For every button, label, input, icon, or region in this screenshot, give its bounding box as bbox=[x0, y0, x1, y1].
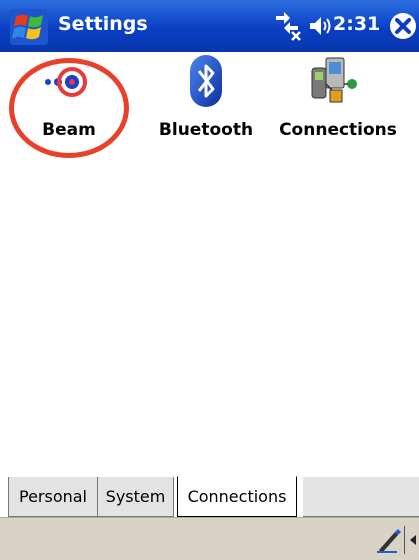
applet-label: Bluetooth bbox=[158, 120, 254, 140]
command-bar bbox=[0, 517, 419, 560]
bluetooth-icon bbox=[177, 54, 235, 110]
tab-system[interactable]: System bbox=[98, 477, 174, 517]
applet-bluetooth[interactable]: Bluetooth bbox=[146, 52, 266, 152]
pen-input-icon[interactable] bbox=[375, 526, 401, 554]
applet-label: Connections bbox=[279, 120, 397, 140]
input-menu-arrow-icon[interactable] bbox=[404, 526, 419, 554]
title-bar: Settings 2:31 bbox=[0, 0, 419, 52]
tab-strip: Personal System Connections bbox=[0, 476, 419, 517]
highlight-circle bbox=[9, 58, 129, 158]
connections-icon bbox=[308, 54, 366, 110]
tab-connections[interactable]: Connections bbox=[177, 476, 297, 517]
tab-strip-filler bbox=[303, 477, 419, 517]
status-time[interactable]: 2:31 bbox=[333, 13, 380, 35]
speaker-icon[interactable] bbox=[308, 14, 334, 38]
windows-flag-icon[interactable] bbox=[10, 9, 48, 45]
connectivity-icon[interactable] bbox=[270, 10, 304, 42]
applet-connections[interactable]: Connections bbox=[278, 52, 398, 152]
tab-personal[interactable]: Personal bbox=[8, 477, 98, 517]
window-title: Settings bbox=[58, 13, 148, 35]
close-icon[interactable] bbox=[389, 12, 417, 40]
